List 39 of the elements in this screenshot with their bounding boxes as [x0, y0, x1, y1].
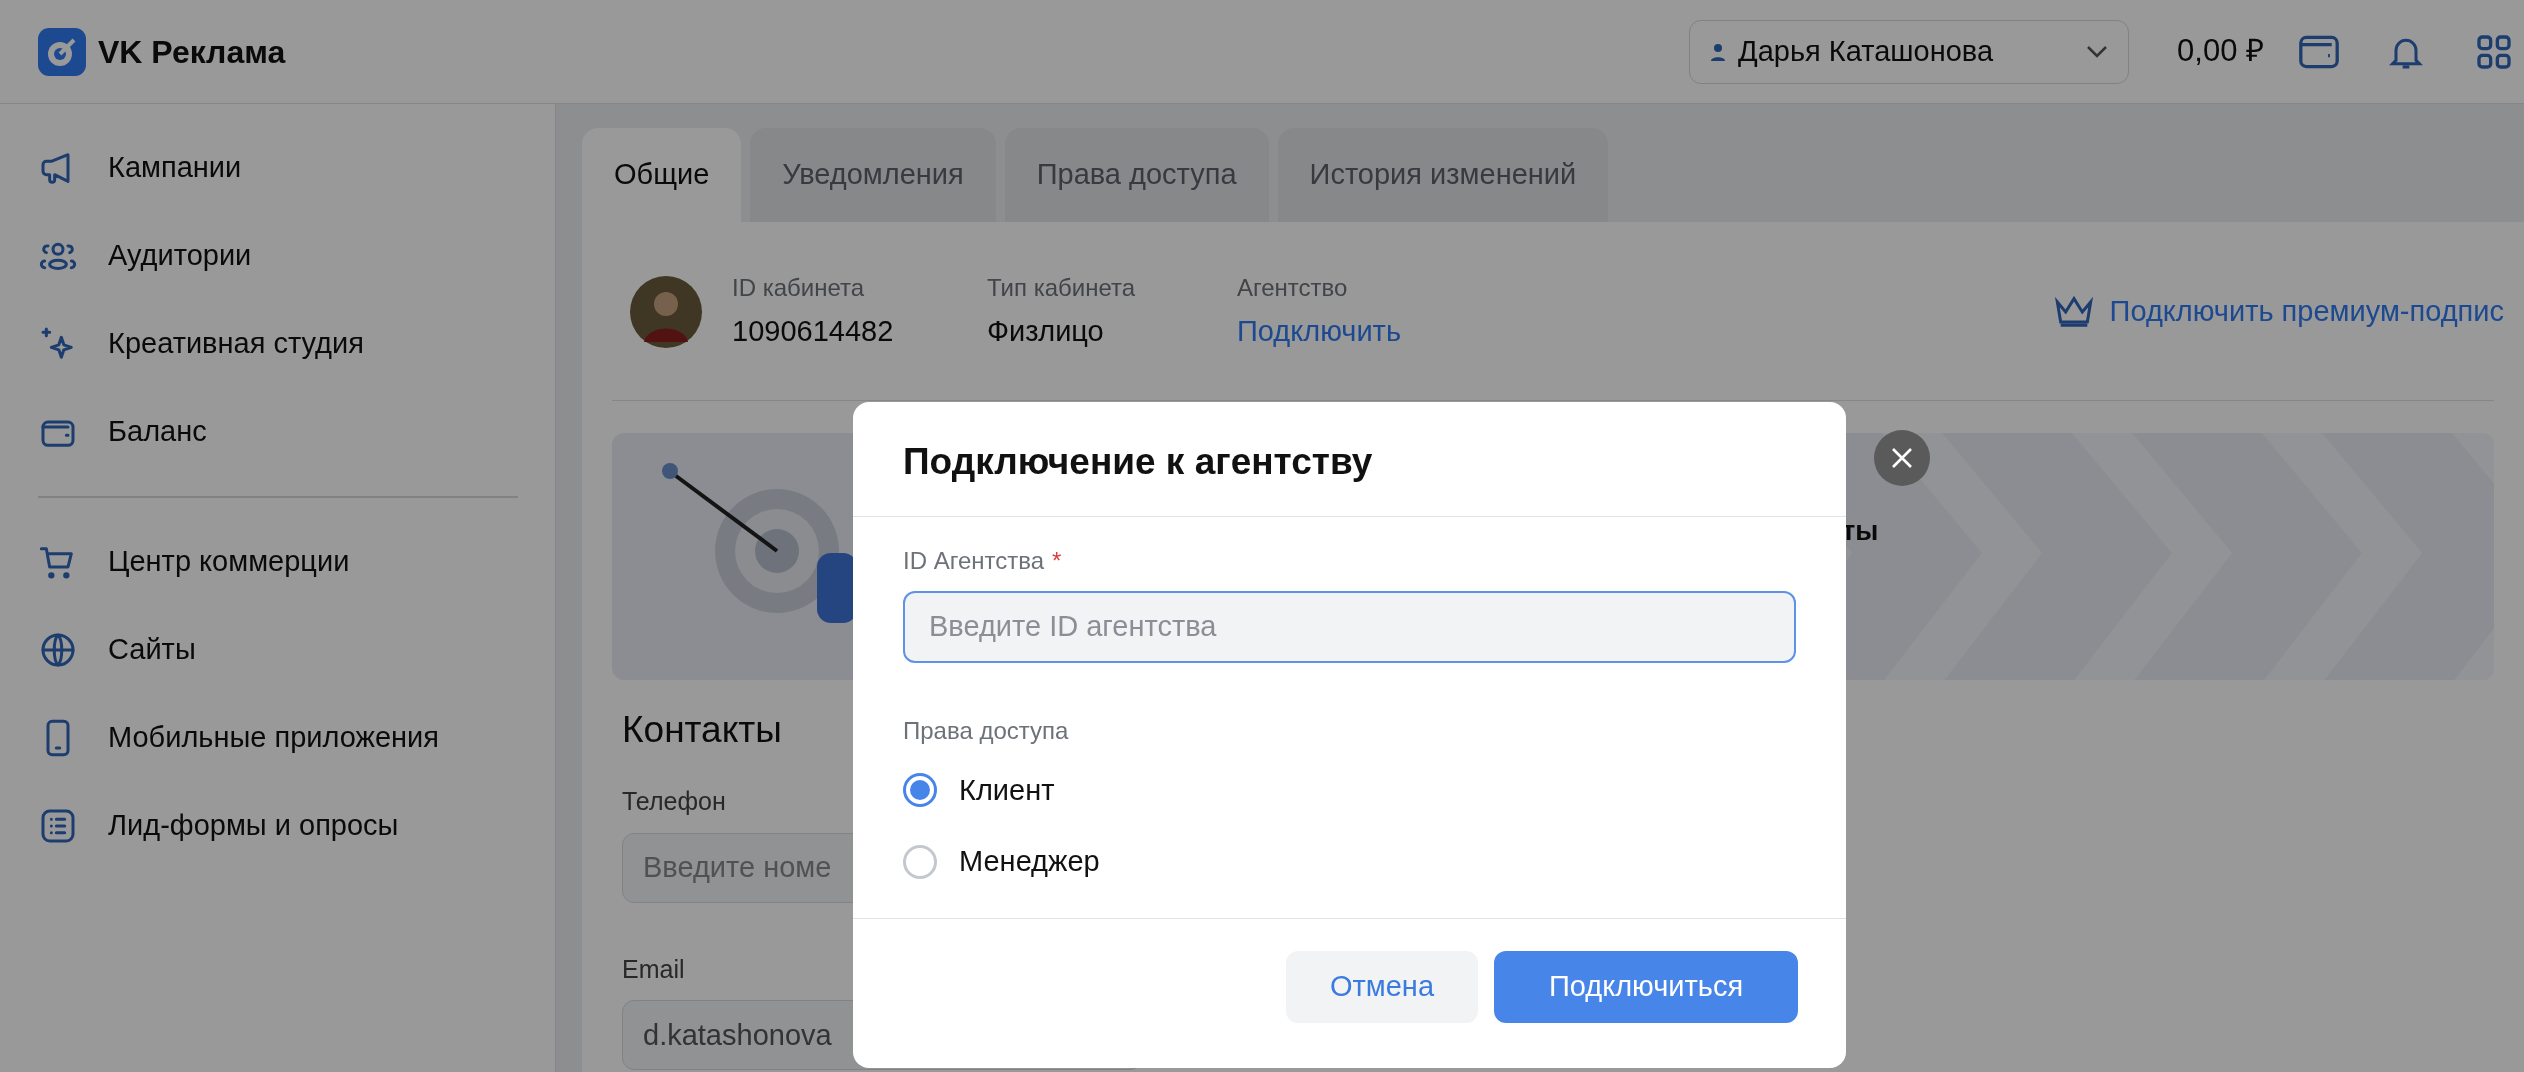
banner-text: ты — [1842, 514, 1879, 548]
person-icon — [1710, 42, 1727, 61]
dialog-title: Подключение к агентству — [853, 402, 1846, 517]
section-title: Контакты — [622, 707, 782, 752]
radio-label: Менеджер — [959, 844, 1100, 879]
cancel-button[interactable]: Отмена — [1286, 950, 1478, 1023]
connect-button[interactable]: Подключиться — [1494, 950, 1798, 1023]
close-icon — [1890, 446, 1914, 470]
radio-button[interactable] — [903, 773, 937, 808]
field-label: Тип кабинета — [987, 273, 1137, 303]
chevron-down-icon — [2086, 44, 2109, 59]
sidebar-item[interactable]: Аудитории — [38, 212, 517, 300]
sidebar-item[interactable]: Креативная студия — [38, 300, 517, 388]
sidebar-item[interactable]: Кампании — [38, 124, 517, 212]
sidebar-item[interactable]: Центр коммерции — [38, 518, 517, 606]
input-field[interactable]: Введите ID агентства — [903, 590, 1796, 663]
user-dropdown[interactable]: Дарья Каташонова — [1689, 19, 2130, 84]
balance-amount: 0,00 ₽ — [2177, 32, 2264, 71]
sidebar-item[interactable]: Лид-формы и опросы — [38, 782, 517, 870]
radio-option[interactable]: Клиент — [903, 768, 1055, 812]
tab[interactable]: Общие — [582, 128, 742, 222]
radio-option[interactable]: Менеджер — [903, 840, 1100, 884]
field-label: Агентство — [1237, 273, 1349, 303]
required-asterisk: * — [1052, 545, 1062, 576]
field-value: Физлицо — [987, 314, 1105, 349]
field-label: Права доступа — [903, 715, 1069, 746]
field-label: Email — [622, 953, 685, 985]
sidebar-item[interactable]: Сайты — [38, 606, 517, 694]
crown-icon — [2053, 294, 2094, 329]
field-label: Телефон — [622, 786, 726, 817]
logo-text: VK Реклама — [98, 32, 286, 72]
field-label: ID кабинета — [732, 273, 866, 303]
field-label: ID Агентства — [903, 545, 1045, 576]
field-value: 1090614482 — [732, 314, 895, 349]
logo-icon — [38, 27, 86, 76]
radio-label: Клиент — [959, 772, 1055, 808]
sidebar-item[interactable]: Баланс — [38, 388, 517, 476]
sidebar-item[interactable]: Мобильные приложения — [38, 694, 517, 782]
radio-button[interactable] — [903, 844, 937, 879]
